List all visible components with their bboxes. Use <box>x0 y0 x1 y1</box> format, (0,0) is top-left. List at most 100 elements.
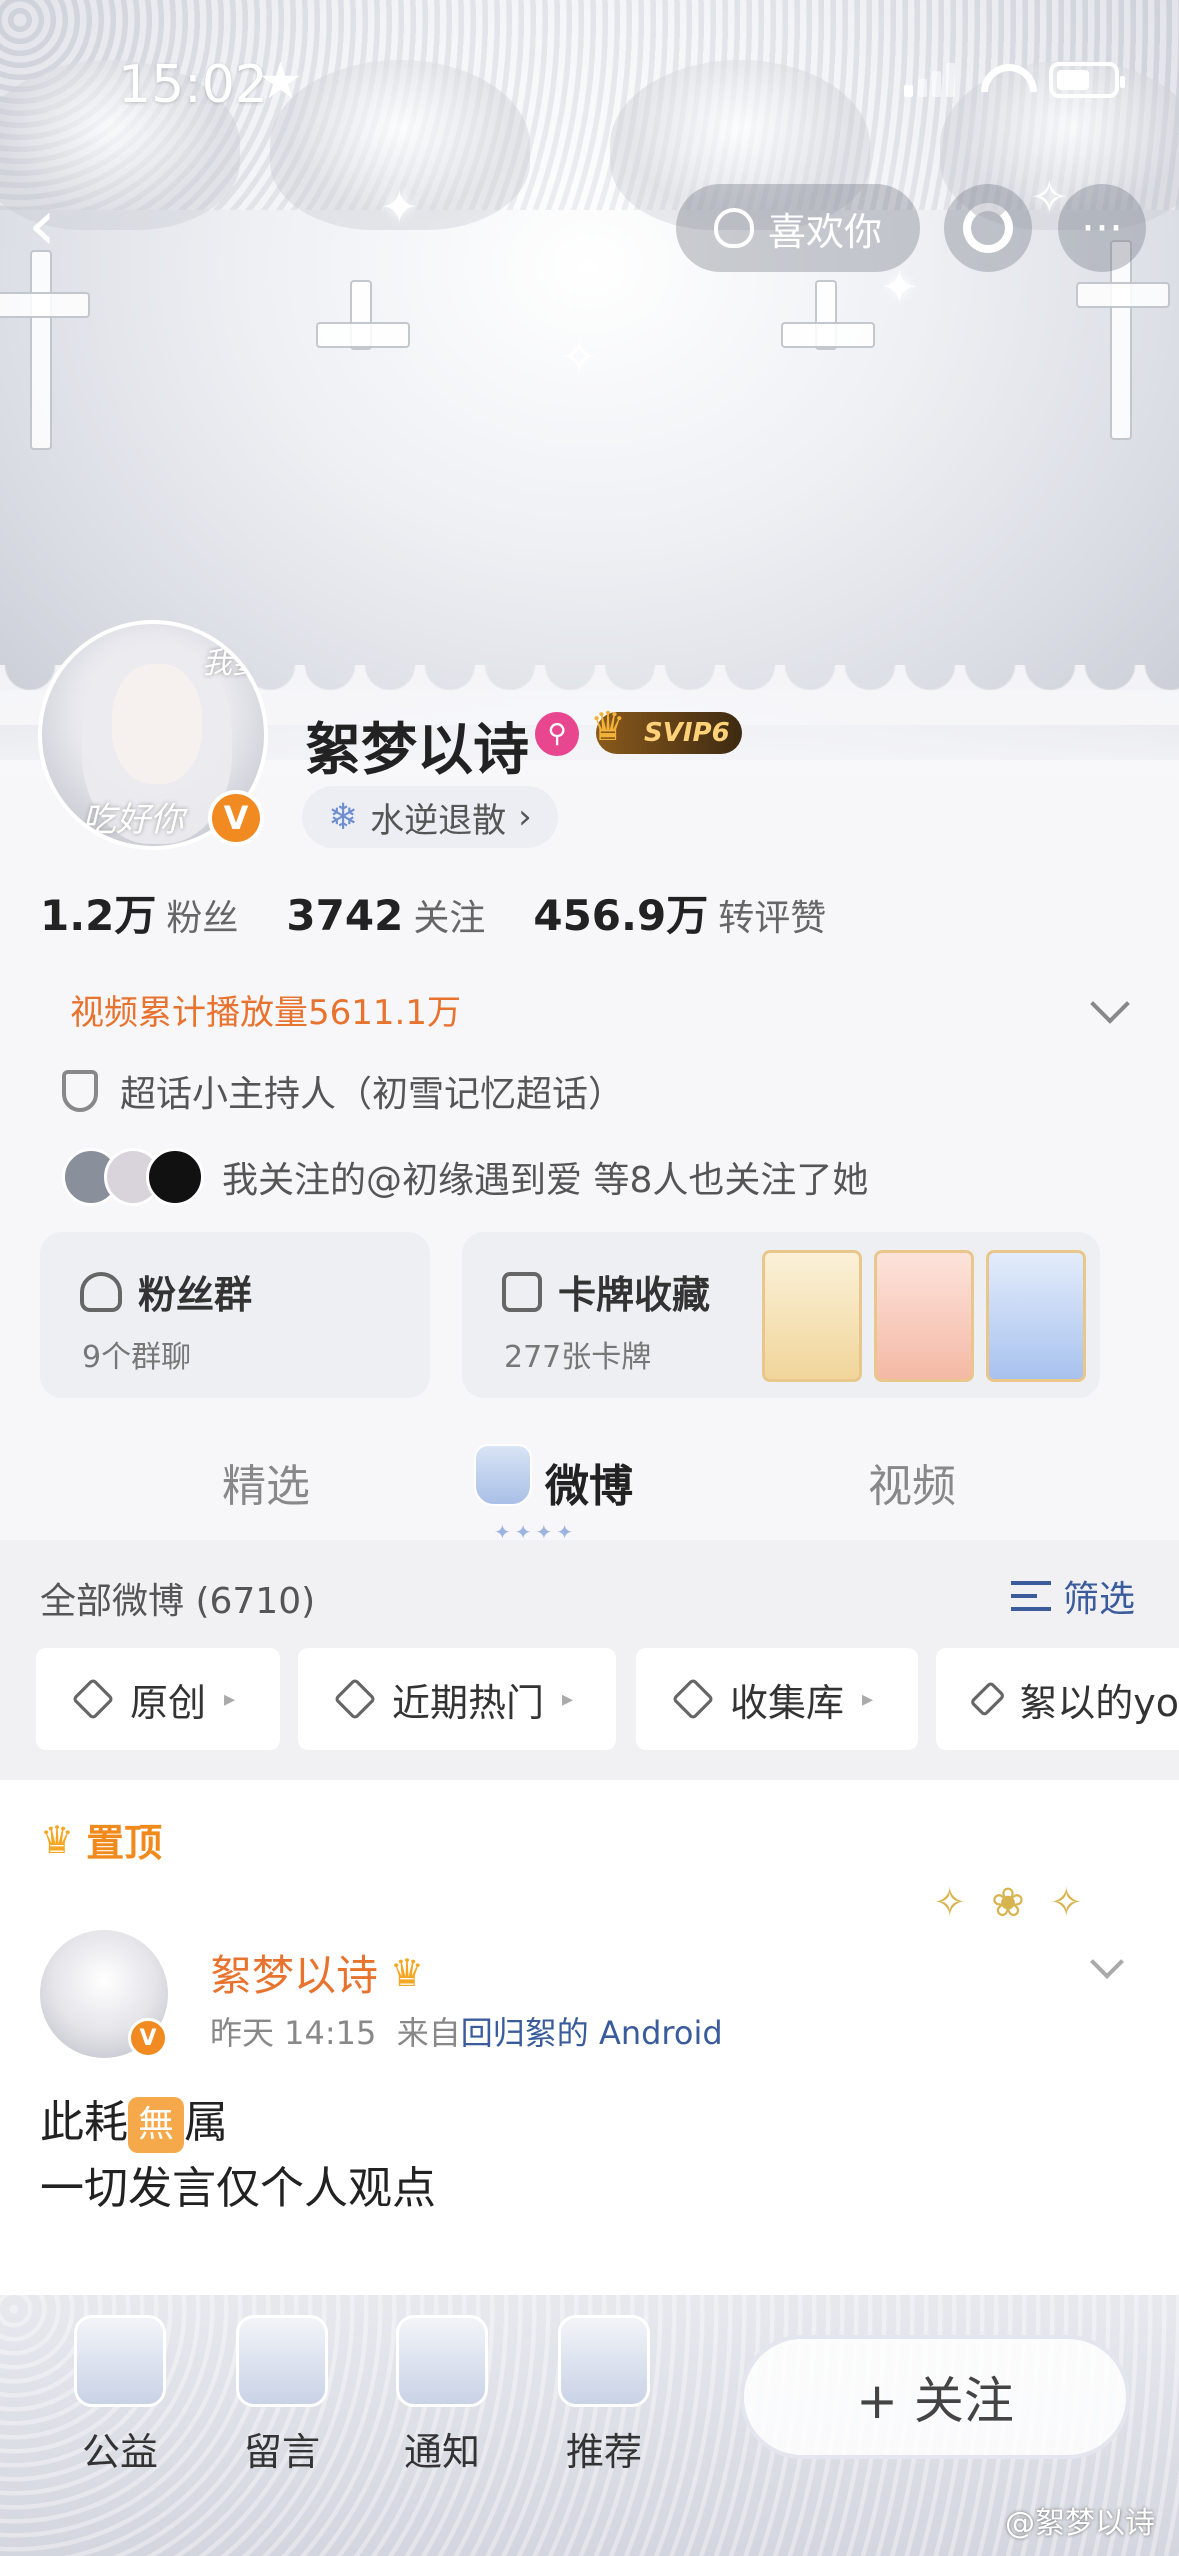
battery-icon <box>1049 62 1125 98</box>
cross-decoration <box>781 280 875 350</box>
stat-value: 456.9万 <box>533 891 709 940</box>
charity-label: 公益 <box>81 2430 158 2474</box>
filter-icon <box>1010 1581 1051 1611</box>
stat-label: 关注 <box>413 898 486 939</box>
chip-custom[interactable]: 絮以的yo <box>936 1648 1179 1750</box>
bottom-action-bar: 公益 留言 通知 推荐 + 关注 @絮梦以诗 <box>0 2295 1179 2556</box>
star-icon: ★ <box>258 52 303 110</box>
chip-recent-hot[interactable]: 近期热门 ▸ <box>298 1648 616 1750</box>
layers-icon <box>333 1677 377 1721</box>
like-you-label: 喜欢你 <box>767 209 882 254</box>
card-collection-title: 卡牌收藏 <box>502 1264 710 1319</box>
post-source[interactable]: 回归絮的 Android <box>461 2014 723 2052</box>
tab-indicator: ✦✦✦✦ <box>494 1520 578 1544</box>
filter-label: 筛选 <box>1062 1579 1135 1620</box>
crown-icon: ♛ <box>390 1950 425 1995</box>
pinned-post[interactable]: ♛ 置顶 ✧ ❀ ✧ V 絮梦以诗 ♛ 昨天 14:15 来自回归絮的 Andr… <box>0 1780 1179 2300</box>
card-collection-label: 卡牌收藏 <box>558 1273 711 1317</box>
stat-likes[interactable]: 456.9万 转评赞 <box>533 882 826 943</box>
svip-label: SVIP6 <box>644 718 730 748</box>
filter-bar: 全部微博 (6710) 筛选 原创 ▸ 近期热门 ▸ 收集库 ▸ 絮以的yo <box>0 1540 1179 1780</box>
host-role-label: 超话小主持人（初雪记忆超话） <box>120 1074 625 1115</box>
chip-original[interactable]: 原创 ▸ <box>36 1648 280 1750</box>
chip-label: 絮以的yo <box>1019 1680 1179 1725</box>
post-time: 昨天 14:15 <box>210 2014 377 2052</box>
card-collection-sub: 277张卡牌 <box>504 1340 652 1375</box>
refresh-button[interactable] <box>944 184 1032 272</box>
tab-weibo[interactable]: 微博 <box>545 1450 633 1514</box>
shield-icon <box>62 1070 98 1112</box>
avatar-caption-bottom: 吃好你 <box>82 800 184 840</box>
tab-video[interactable]: 视频 <box>868 1450 956 1514</box>
chip-label: 原创 <box>130 1680 207 1725</box>
status-tag[interactable]: ❄ 水逆退散 › <box>302 786 558 848</box>
sparkle-icon: ✦ <box>380 180 419 234</box>
message-button[interactable]: 留言 <box>212 2315 352 2476</box>
svip-badge[interactable]: ♛ SVIP6 <box>590 704 742 754</box>
mutual-follow[interactable]: 我关注的@初缘遇到爱 等8人也关注了她 <box>62 1148 868 1206</box>
post-line-1: 此耗無属 <box>40 2090 436 2156</box>
heart-hand-icon <box>713 208 754 248</box>
recommend-label: 推荐 <box>565 2430 642 2474</box>
avatar-face <box>112 664 202 784</box>
cross-decoration <box>316 280 410 350</box>
stat-value: 3742 <box>286 891 404 940</box>
follow-button[interactable]: + 关注 <box>740 2335 1130 2459</box>
message-label: 留言 <box>243 2430 320 2474</box>
filter-button[interactable]: 筛选 <box>1010 1570 1135 1622</box>
post-body: 此耗無属 一切发言仅个人观点 <box>40 2090 436 2222</box>
profile-name: 絮梦以诗 <box>305 718 529 783</box>
sparkle-icon: ✧ <box>560 330 599 384</box>
signal-icon <box>904 63 955 97</box>
back-icon[interactable]: ‹ <box>28 190 56 260</box>
teapot-icon <box>396 2315 488 2407</box>
caret-right-icon: ▸ <box>562 1686 574 1712</box>
post-author[interactable]: 絮梦以诗 ♛ <box>210 1942 424 2003</box>
collection-card-thumb <box>762 1250 862 1382</box>
tab-featured[interactable]: 精选 <box>222 1450 310 1514</box>
notify-button[interactable]: 通知 <box>372 2315 512 2476</box>
fan-group-sub: 9个群聊 <box>82 1340 192 1375</box>
post-meta: 昨天 14:15 来自回归絮的 Android <box>210 2008 723 2054</box>
stat-fans[interactable]: 1.2万 粉丝 <box>40 882 238 943</box>
group-icon <box>80 1271 122 1312</box>
search-icon[interactable]: ⚲ <box>535 712 579 756</box>
watermark: @絮梦以诗 <box>1005 2506 1155 2541</box>
post-line-2: 一切发言仅个人观点 <box>40 2163 436 2214</box>
like-you-button[interactable]: 喜欢你 <box>676 184 920 272</box>
host-role[interactable]: 超话小主持人（初雪记忆超话） <box>62 1065 624 1117</box>
more-button[interactable]: ··· <box>1058 184 1146 272</box>
post-text: 属 <box>184 2097 228 2148</box>
caret-right-icon: ▸ <box>224 1686 236 1712</box>
fan-group-title: 粉丝群 <box>80 1264 252 1319</box>
verified-badge: V <box>128 2018 168 2058</box>
caret-right-icon: ▸ <box>862 1686 874 1712</box>
post-text: 此耗 <box>40 2097 128 2148</box>
avatar-caption-top: 我要 <box>202 646 262 681</box>
fan-group-card[interactable]: 粉丝群 9个群聊 <box>40 1232 430 1398</box>
stat-following[interactable]: 3742 关注 <box>286 889 485 941</box>
status-tag-label: 水逆退散 <box>370 800 507 841</box>
profile-tabs: 精选 微博 ✦✦✦✦ 视频 <box>0 1420 1179 1544</box>
chevron-down-icon[interactable] <box>1090 1945 1124 1979</box>
card-icon <box>502 1271 542 1312</box>
chevron-right-icon: › <box>518 797 532 837</box>
layers-icon <box>71 1677 115 1721</box>
layers-icon <box>671 1677 715 1721</box>
chip-label: 收集库 <box>730 1680 845 1725</box>
chip-collection[interactable]: 收集库 ▸ <box>636 1648 918 1750</box>
post-decoration: ✧ ❀ ✧ <box>933 1880 1089 1926</box>
recommend-button[interactable]: 推荐 <box>534 2315 674 2476</box>
snowflake-icon: ❄ <box>328 796 359 838</box>
pinned-label: ♛ 置顶 <box>40 1812 162 1867</box>
crown-icon: ♛ <box>590 704 626 750</box>
fan-group-label: 粉丝群 <box>138 1273 253 1317</box>
stat-label: 粉丝 <box>166 898 239 939</box>
collection-card-thumb <box>874 1250 974 1382</box>
card-collection-card[interactable]: 卡牌收藏 277张卡牌 <box>462 1232 1100 1398</box>
gift-icon <box>74 2315 166 2407</box>
all-weibo-count: 全部微博 (6710) <box>40 1581 316 1622</box>
notify-label: 通知 <box>403 2430 480 2474</box>
charity-button[interactable]: 公益 <box>50 2315 190 2476</box>
more-icon: ··· <box>1081 202 1123 254</box>
